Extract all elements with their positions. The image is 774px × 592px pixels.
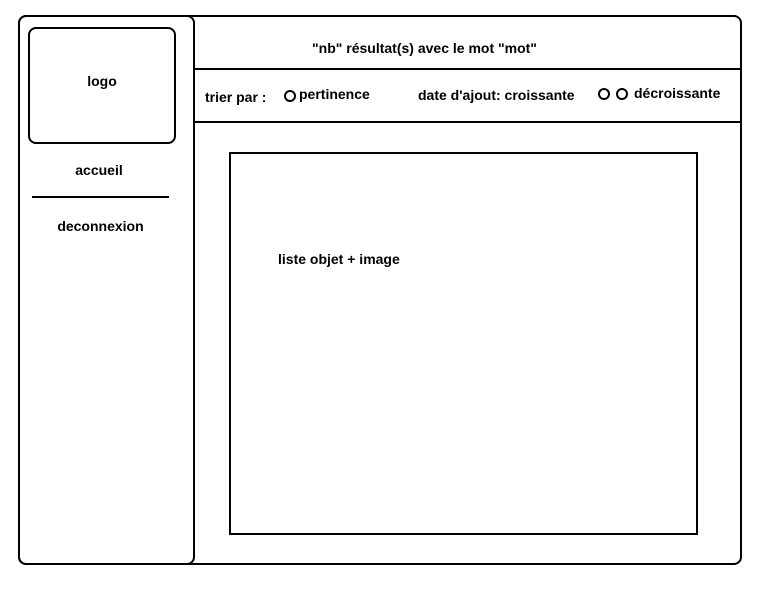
radio-croissante[interactable] [598, 88, 610, 100]
results-count-title: "nb" résultat(s) avec le mot "mot" [312, 40, 537, 56]
option-date-ajout-croissante-label[interactable]: date d'ajout: croissante [418, 87, 575, 103]
option-decroissante-label[interactable]: décroissante [634, 85, 720, 101]
results-list-area [229, 152, 698, 535]
sort-bar-divider [193, 121, 740, 123]
option-pertinence-label[interactable]: pertinence [299, 86, 370, 102]
logo-label: logo [87, 72, 117, 89]
sort-label: trier par : [205, 89, 267, 105]
radio-pertinence[interactable] [284, 90, 296, 102]
radio-decroissante[interactable] [616, 88, 628, 100]
nav-link-deconnexion[interactable]: deconnexion [28, 218, 173, 234]
results-list-placeholder: liste objet + image [278, 251, 400, 267]
nav-divider [32, 196, 169, 198]
nav-link-accueil[interactable]: accueil [28, 162, 170, 178]
header-divider [193, 68, 740, 70]
logo[interactable]: logo [28, 27, 176, 144]
